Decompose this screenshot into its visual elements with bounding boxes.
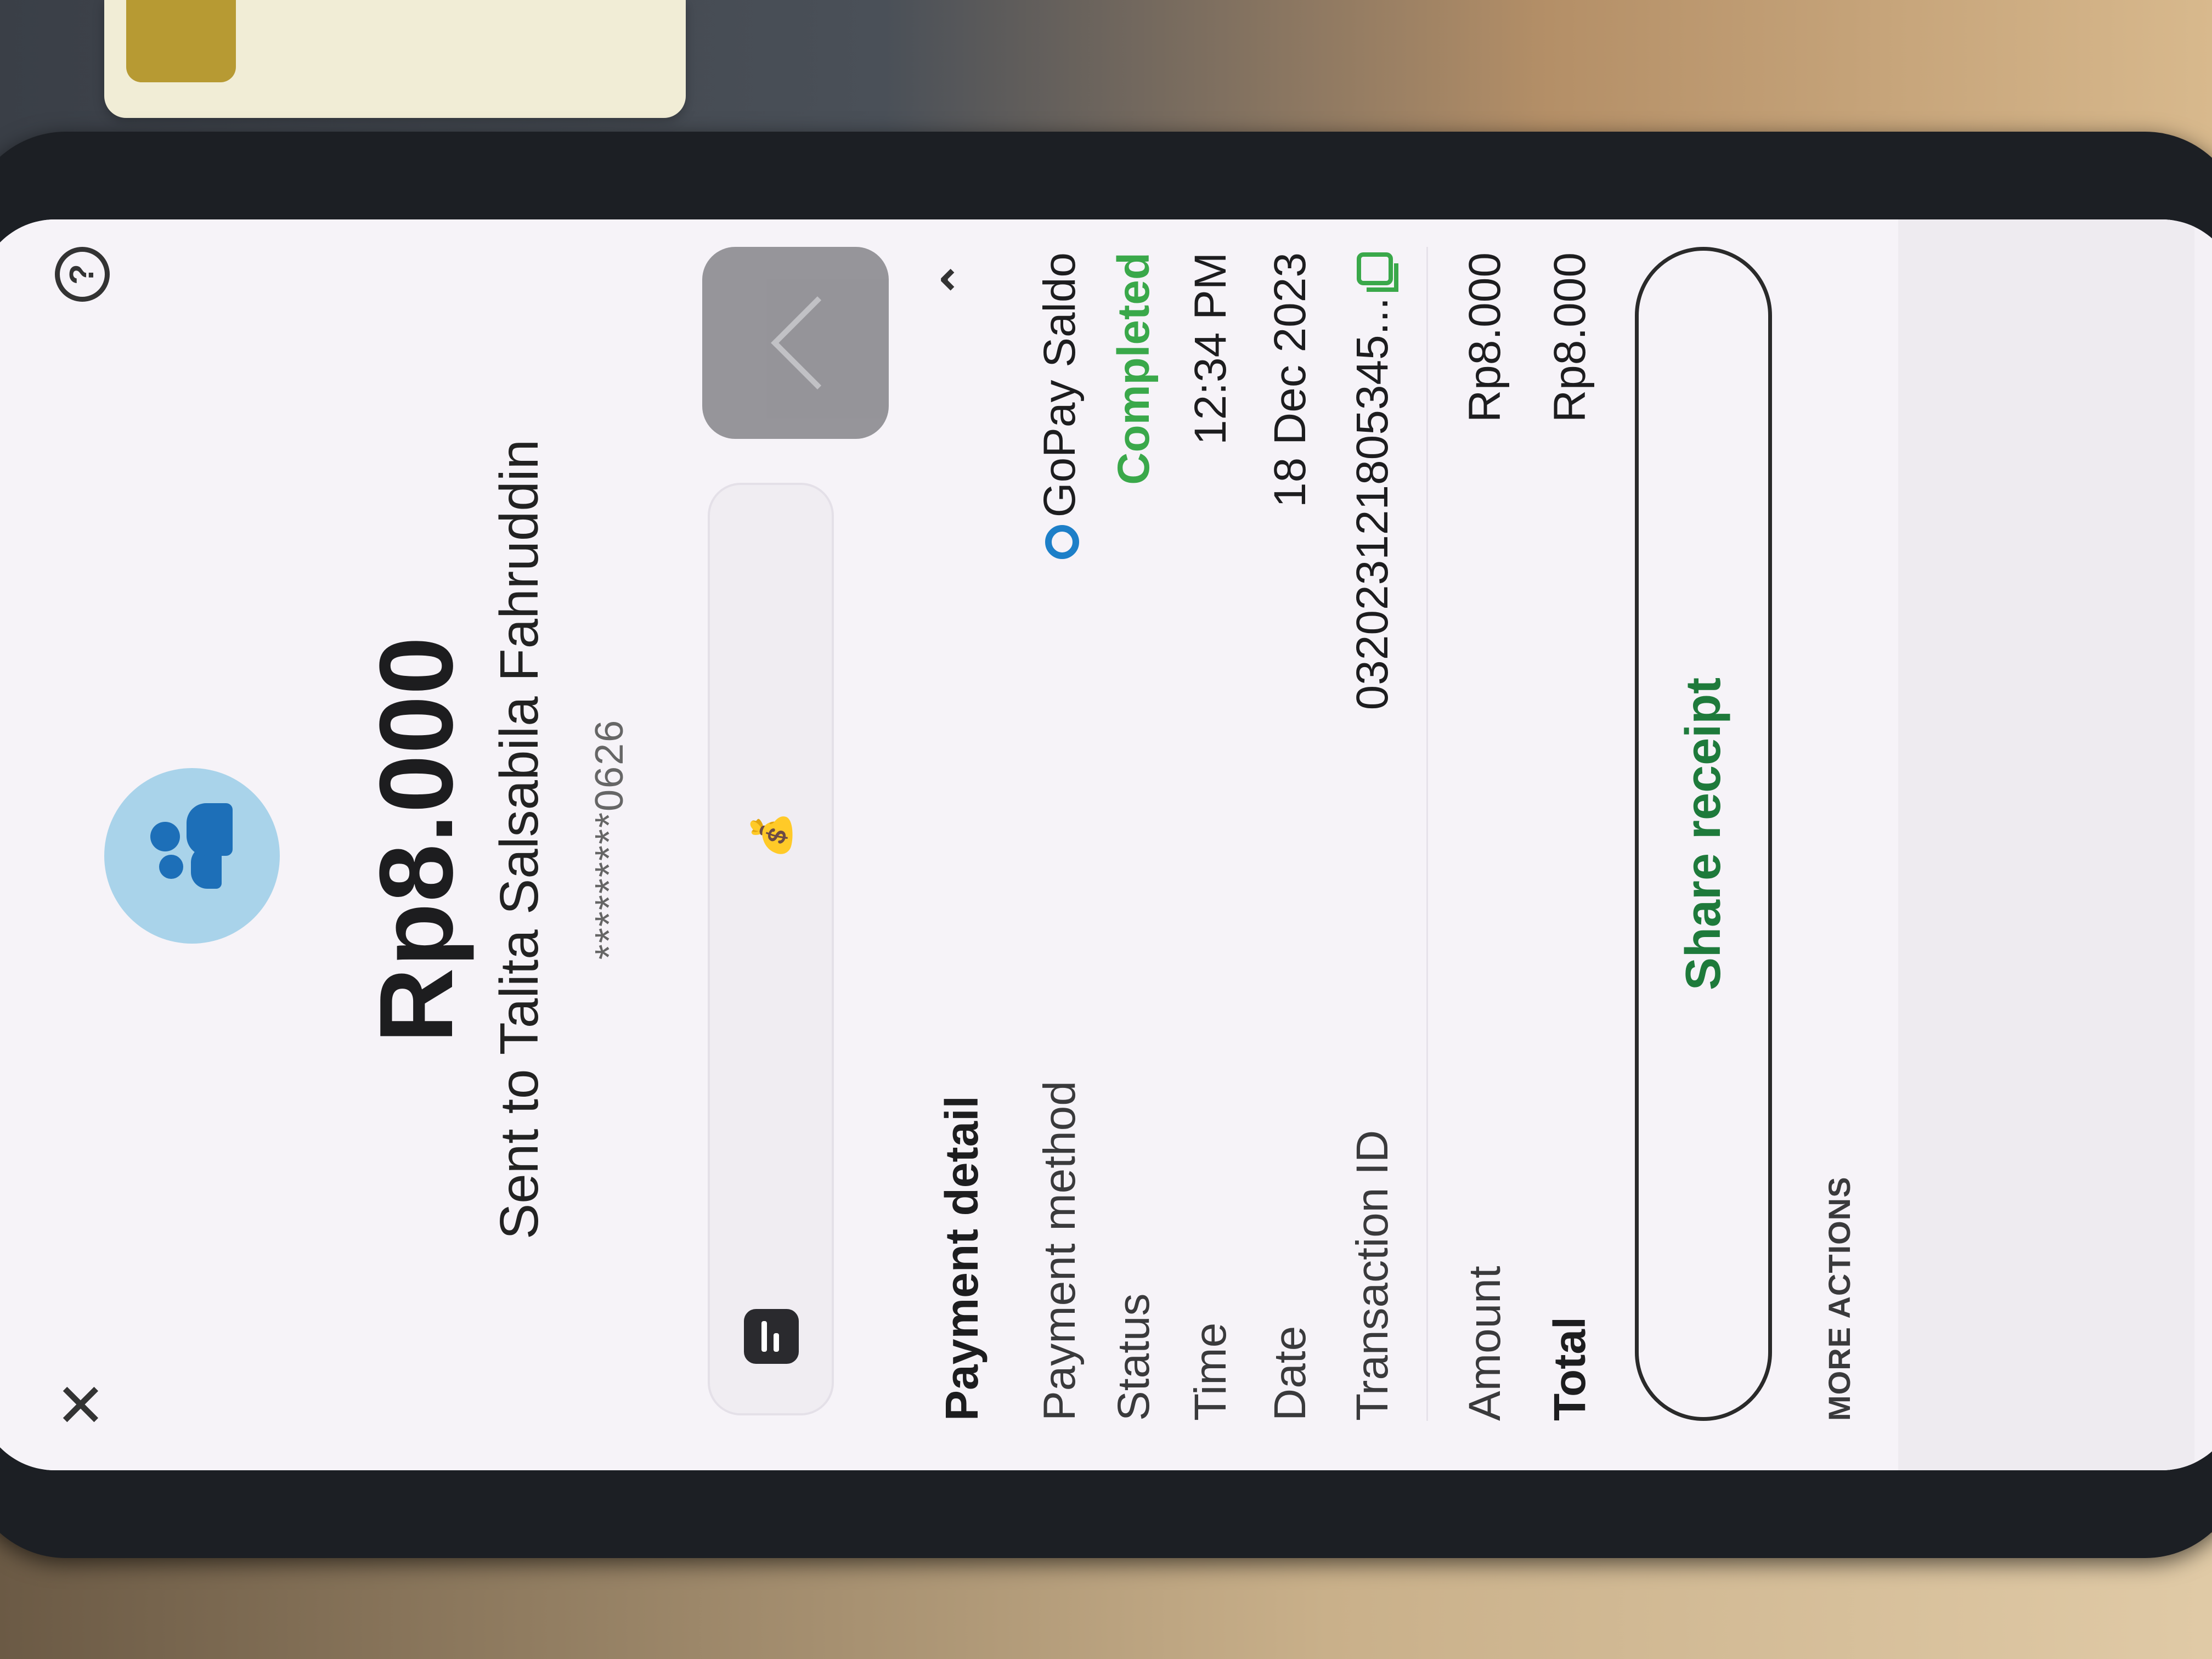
help-icon[interactable]: ? [55, 247, 110, 302]
total-label: Total [1545, 1317, 1595, 1421]
amount-label: Amount [1460, 1266, 1510, 1421]
status-value: Completed [1109, 252, 1159, 485]
time-label: Time [1186, 1322, 1235, 1421]
transaction-id-text: 032023121805345... [1347, 297, 1397, 710]
payment-detail-title: Payment detail [936, 1096, 988, 1421]
note-icon [744, 1309, 799, 1364]
close-icon[interactable]: ✕ [48, 1372, 116, 1437]
total-value: Rp8.000 [1545, 252, 1595, 423]
receipt-screen: ✕ ? Rp8.000 Sent to Talita Salsabila Fah… [0, 219, 2194, 1470]
transaction-id-value: 032023121805345... [1347, 252, 1398, 710]
time-value: 12:34 PM [1186, 252, 1235, 445]
share-receipt-button[interactable]: Share receipt [1635, 247, 1772, 1421]
scroll-up-button[interactable] [702, 247, 889, 439]
status-label: Status [1109, 1293, 1159, 1421]
date-label: Date [1265, 1325, 1315, 1421]
payment-method-value: GoPay Saldo [1034, 252, 1086, 560]
background-card-tag [126, 0, 236, 82]
date-value: 18 Dec 2023 [1265, 252, 1315, 508]
chevron-up-icon [771, 296, 864, 390]
divider [1426, 247, 1428, 1421]
person-icon-large-head [150, 822, 180, 851]
avatar [104, 768, 280, 944]
recipient-name: Sent to Talita Salsabila Fahruddin [489, 439, 549, 1240]
moneybag-icon: 💰 [750, 811, 793, 859]
payment-method-text: GoPay Saldo [1035, 252, 1085, 518]
copy-icon[interactable] [1357, 252, 1393, 285]
transaction-id-label: Transaction ID [1347, 1130, 1397, 1421]
person-icon-large-body [187, 803, 233, 856]
gopay-icon [1045, 525, 1079, 560]
transfer-note[interactable]: 💰 [708, 483, 834, 1415]
recipient-account: *********0626 [588, 719, 631, 960]
amount-value: Rp8.000 [1460, 252, 1510, 423]
phone-screen: ✕ ? Rp8.000 Sent to Talita Salsabila Fah… [0, 219, 2212, 1470]
payment-method-label: Payment method [1035, 1081, 1085, 1421]
more-actions-panel [1898, 219, 2194, 1470]
person-icon-small-head [159, 855, 183, 879]
collapse-chevron-icon[interactable]: ⌃ [933, 261, 986, 299]
background-card [104, 0, 686, 118]
transfer-amount: Rp8.000 [358, 635, 475, 1043]
more-actions-label: MORE ACTIONS [1822, 1176, 1857, 1421]
